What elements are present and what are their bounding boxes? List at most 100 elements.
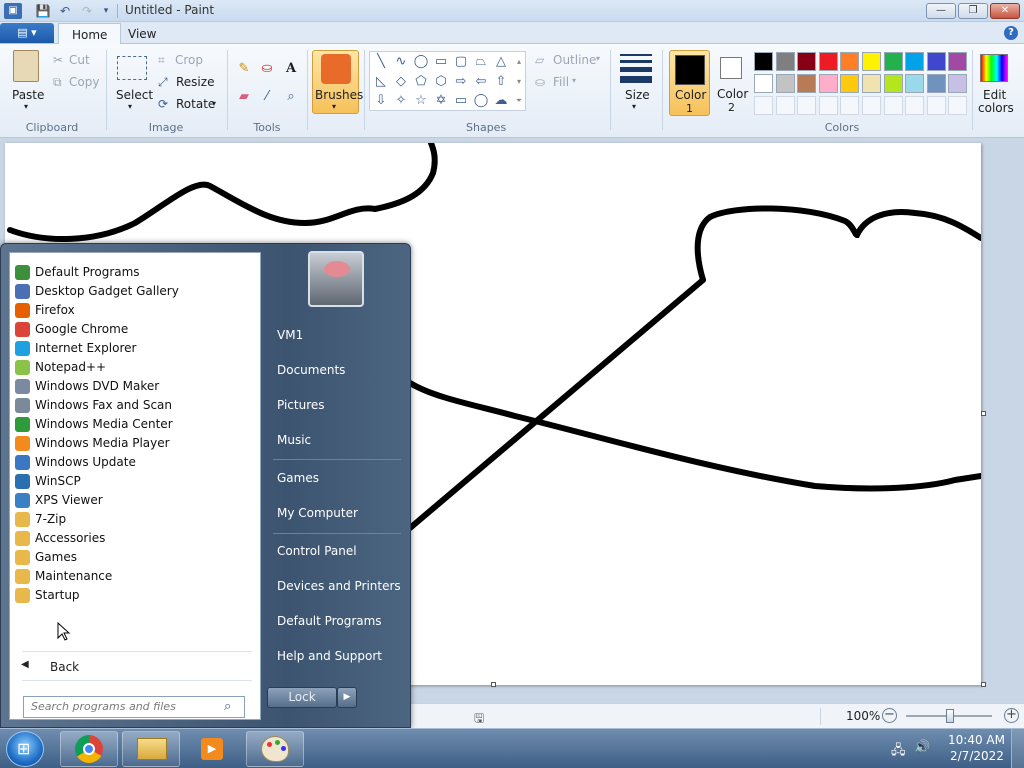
- maximize-button[interactable]: ❐: [958, 3, 988, 19]
- search-icon[interactable]: ⌕: [224, 699, 231, 714]
- taskbar-media-player-button[interactable]: ▶: [184, 731, 242, 767]
- shapes-gallery[interactable]: ╲ ∿ ◯ ▭ ▢ ⏢ △ ◺ ◇ ⬠ ⬡ ⇨ ⇦ ⇧ ⇩ ✧ ☆ ✡ ▭ ◯ …: [369, 51, 526, 111]
- undo-icon[interactable]: ↶: [57, 3, 73, 19]
- fill-bucket-icon[interactable]: ⛀: [257, 59, 277, 79]
- clock-time[interactable]: 10:40 AM: [948, 733, 1005, 747]
- back-arrow-icon[interactable]: ◀: [21, 659, 29, 670]
- custom-color-slot[interactable]: [840, 96, 860, 115]
- custom-color-slot[interactable]: [797, 96, 817, 115]
- edit-colors-icon[interactable]: [980, 54, 1008, 82]
- pentagon-shape-icon[interactable]: ⬠: [412, 73, 430, 91]
- triangle-shape-icon[interactable]: △: [492, 53, 510, 71]
- program-item[interactable]: Default Programs: [12, 263, 258, 282]
- custom-color-slot[interactable]: [883, 96, 903, 115]
- canvas-resize-handle-right[interactable]: [981, 411, 986, 416]
- diamond-shape-icon[interactable]: ◇: [392, 73, 410, 91]
- oval-shape-icon[interactable]: ◯: [412, 53, 430, 71]
- magnifier-icon[interactable]: ⌕: [281, 87, 301, 107]
- start-link-documents[interactable]: Documents: [269, 355, 403, 385]
- paint-app-icon[interactable]: ▣: [4, 3, 22, 19]
- tab-home[interactable]: Home: [58, 23, 122, 45]
- start-link-devices-and-printers[interactable]: Devices and Printers: [269, 571, 403, 601]
- close-button[interactable]: ✕: [990, 3, 1020, 19]
- taskbar-paint-button[interactable]: [246, 731, 304, 767]
- custom-color-slot[interactable]: [754, 96, 773, 115]
- minimize-button[interactable]: —: [926, 3, 956, 19]
- program-item[interactable]: XPS Viewer: [12, 491, 258, 510]
- network-icon[interactable]: 🖧: [891, 741, 906, 763]
- help-icon[interactable]: ?: [1004, 26, 1018, 40]
- callout-oval-shape-icon[interactable]: ◯: [472, 92, 490, 110]
- start-link-vm1[interactable]: VM1: [269, 320, 403, 350]
- six-point-star-shape-icon[interactable]: ✡: [432, 92, 450, 110]
- start-link-music[interactable]: Music: [269, 425, 403, 455]
- program-item[interactable]: Windows Media Center: [12, 415, 258, 434]
- down-arrow-shape-icon[interactable]: ⇩: [372, 92, 390, 110]
- program-item[interactable]: Maintenance: [12, 567, 258, 586]
- canvas-resize-handle-bottom[interactable]: [491, 682, 496, 687]
- program-item[interactable]: Desktop Gadget Gallery: [12, 282, 258, 301]
- palette-swatch[interactable]: [775, 74, 795, 93]
- start-link-games[interactable]: Games: [269, 463, 403, 493]
- custom-color-slot[interactable]: [818, 96, 838, 115]
- size-icon[interactable]: [620, 54, 652, 83]
- five-point-star-shape-icon[interactable]: ☆: [412, 92, 430, 110]
- edit-colors-button-line1[interactable]: Edit: [983, 88, 1006, 102]
- program-item[interactable]: WinSCP: [12, 472, 258, 491]
- palette-swatch[interactable]: [754, 74, 773, 93]
- left-arrow-shape-icon[interactable]: ⇦: [472, 73, 490, 91]
- shapes-expand-icon[interactable]: ⏷: [510, 92, 528, 110]
- color1-button[interactable]: Color 1: [669, 50, 710, 116]
- custom-color-slot[interactable]: [948, 96, 968, 115]
- right-arrow-shape-icon[interactable]: ⇨: [452, 73, 470, 91]
- four-point-star-shape-icon[interactable]: ✧: [392, 92, 410, 110]
- start-button[interactable]: ⊞: [6, 731, 44, 767]
- canvas-resize-handle-corner[interactable]: [981, 682, 986, 687]
- paste-button[interactable]: Paste: [12, 88, 44, 102]
- back-button[interactable]: Back: [50, 660, 79, 674]
- rectangle-shape-icon[interactable]: ▭: [432, 53, 450, 71]
- redo-icon[interactable]: ↷: [79, 3, 95, 19]
- fill-button[interactable]: Fill: [553, 75, 569, 89]
- brushes-button[interactable]: Brushes ▾: [312, 50, 363, 114]
- color-picker-icon[interactable]: ⁄: [257, 87, 277, 107]
- rotate-button[interactable]: Rotate: [176, 97, 215, 111]
- start-link-my-computer[interactable]: My Computer: [269, 498, 403, 528]
- rotate-dropdown-icon[interactable]: ▾: [212, 99, 216, 108]
- line-shape-icon[interactable]: ╲: [372, 53, 390, 71]
- volume-icon[interactable]: 🔊: [914, 740, 930, 755]
- palette-swatch[interactable]: [754, 52, 773, 71]
- palette-swatch[interactable]: [840, 74, 860, 93]
- program-item[interactable]: Windows DVD Maker: [12, 377, 258, 396]
- callout-rect-shape-icon[interactable]: ▭: [452, 92, 470, 110]
- program-item[interactable]: 7-Zip: [12, 510, 258, 529]
- shapes-scroll-up-icon[interactable]: ▴: [510, 53, 528, 71]
- shutdown-options-arrow-icon[interactable]: ▶: [337, 687, 357, 708]
- zoom-slider-thumb[interactable]: [946, 709, 954, 723]
- program-item[interactable]: Google Chrome: [12, 320, 258, 339]
- edit-colors-button-line2[interactable]: colors: [978, 101, 1014, 115]
- palette-swatch[interactable]: [862, 52, 881, 71]
- up-arrow-shape-icon[interactable]: ⇧: [492, 73, 510, 91]
- callout-cloud-shape-icon[interactable]: ☁: [492, 92, 510, 110]
- start-link-default-programs[interactable]: Default Programs: [269, 606, 403, 636]
- outline-dropdown-icon[interactable]: ▾: [596, 54, 600, 63]
- select-dropdown-icon[interactable]: ▾: [128, 102, 132, 111]
- custom-color-slot[interactable]: [775, 96, 795, 115]
- custom-color-slot[interactable]: [926, 96, 946, 115]
- paste-dropdown-icon[interactable]: ▾: [24, 102, 28, 111]
- program-item[interactable]: Notepad++: [12, 358, 258, 377]
- resize-button[interactable]: Resize: [176, 75, 214, 89]
- palette-swatch[interactable]: [905, 74, 925, 93]
- palette-swatch[interactable]: [840, 52, 860, 71]
- program-item[interactable]: Accessories: [12, 529, 258, 548]
- program-item[interactable]: Windows Media Player: [12, 434, 258, 453]
- palette-swatch[interactable]: [818, 52, 838, 71]
- palette-swatch[interactable]: [948, 52, 968, 71]
- program-item[interactable]: Windows Update: [12, 453, 258, 472]
- lock-button[interactable]: Lock: [267, 687, 337, 708]
- palette-swatch[interactable]: [948, 74, 968, 93]
- palette-swatch[interactable]: [905, 52, 925, 71]
- eraser-icon[interactable]: ▰: [234, 87, 254, 107]
- save-icon[interactable]: 💾: [35, 3, 51, 19]
